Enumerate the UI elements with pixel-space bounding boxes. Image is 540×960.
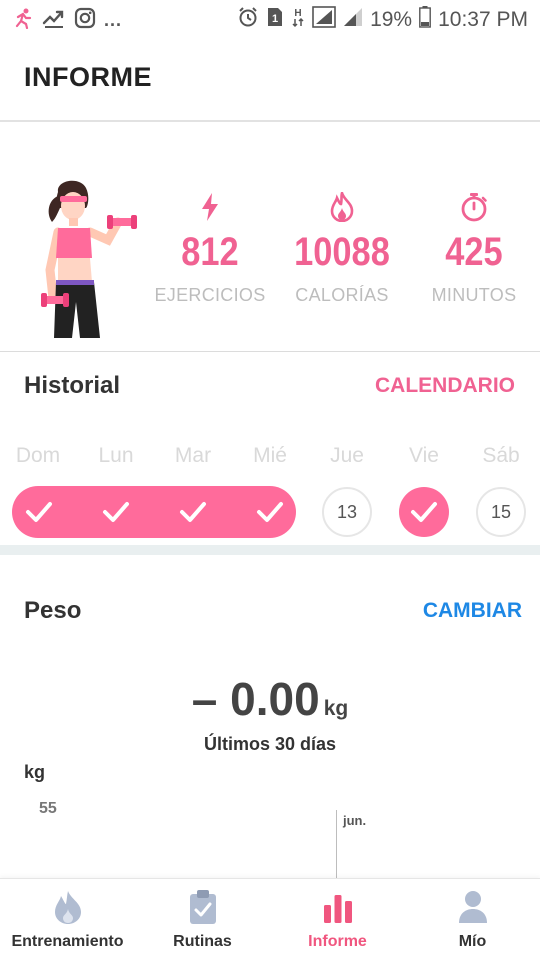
person-icon <box>457 889 489 930</box>
check-icon <box>24 498 54 526</box>
nav-label: Mío <box>458 933 487 950</box>
day-circle-fri[interactable] <box>399 487 449 537</box>
calendar-link[interactable]: CALENDARIO <box>375 374 515 398</box>
weight-number: – 0.00 <box>191 673 320 725</box>
day-label-tue: Mar <box>174 444 212 467</box>
nav-label: Informe <box>308 933 367 950</box>
nav-mio[interactable]: Mío <box>405 879 540 960</box>
status-bar: ... 1 H 19% 10:37 PM <box>0 0 540 38</box>
section-divider <box>0 545 540 555</box>
more-notifications: ... <box>104 10 123 30</box>
workout-streak-bar[interactable] <box>12 486 296 538</box>
flame-icon <box>277 190 407 224</box>
check-icon <box>178 498 208 526</box>
weight-change-value: – 0.00 kg <box>0 672 540 726</box>
notification-icons: ... <box>12 7 122 34</box>
stat-value: 425 <box>445 230 503 274</box>
history-title: Historial <box>24 372 121 399</box>
system-icons: 1 H 19% 10:37 PM <box>237 6 528 33</box>
chart-y-axis-unit: kg <box>24 762 46 782</box>
stat-value: 10088 <box>294 230 390 274</box>
stat-value: 812 <box>181 230 239 274</box>
day-circle-sat[interactable]: 15 <box>476 487 526 537</box>
app-header: INFORME <box>0 38 540 122</box>
weight-unit: kg <box>323 697 349 720</box>
change-weight-button[interactable]: CAMBIAR <box>423 599 522 623</box>
page-title: INFORME <box>24 62 152 92</box>
day-label-thu: Jue <box>330 444 364 467</box>
nav-label: Rutinas <box>173 933 232 950</box>
chart-month-label: jun. <box>343 813 367 828</box>
check-icon <box>255 498 285 526</box>
stat-label: CALORÍAS <box>295 285 389 305</box>
stat-calories: 10088 CALORÍAS <box>277 190 407 306</box>
stat-label: EJERCICIOS <box>154 285 266 305</box>
day-label-sun: Dom <box>15 444 61 467</box>
day-label-mon: Lun <box>98 444 134 467</box>
bar-chart-icon <box>322 889 354 930</box>
summary-card: 812 EJERCICIOS 10088 CALORÍAS 425 MINUTO… <box>0 122 540 352</box>
day-label-wed: Mié <box>253 444 287 467</box>
battery-icon <box>419 6 432 33</box>
flame-icon <box>51 889 85 930</box>
running-app-icon <box>12 7 34 34</box>
clipboard-icon <box>187 889 219 930</box>
day-label-sat: Sáb <box>482 444 520 467</box>
stat-exercises: 812 EJERCICIOS <box>145 190 275 306</box>
nav-entrenamiento[interactable]: Entrenamiento <box>0 879 135 960</box>
stat-label: MINUTOS <box>431 285 517 305</box>
day-label-fri: Vie <box>409 444 439 467</box>
weight-period: Últimos 30 días <box>203 734 337 754</box>
signal-boxed-icon <box>312 6 336 33</box>
alarm-icon <box>237 6 259 33</box>
fitness-girl-illustration <box>36 178 146 343</box>
battery-percent: 19% <box>370 7 413 31</box>
nav-label: Entrenamiento <box>11 933 124 950</box>
network-type-icon: H <box>291 6 305 33</box>
bottom-nav: Entrenamiento Rutinas Informe Mío <box>0 878 540 960</box>
check-icon <box>411 502 437 522</box>
lightning-icon <box>145 190 275 224</box>
svg-text:1: 1 <box>272 13 278 25</box>
stopwatch-icon <box>409 190 539 224</box>
instagram-icon <box>74 7 96 34</box>
signal-strength-icon <box>343 7 363 32</box>
clock: 10:37 PM <box>438 7 528 31</box>
nav-rutinas[interactable]: Rutinas <box>135 879 270 960</box>
chart-y-tick: 55 <box>39 800 57 817</box>
stat-minutes: 425 MINUTOS <box>409 190 539 306</box>
nav-informe[interactable]: Informe <box>270 879 405 960</box>
day-circle-thu[interactable]: 13 <box>322 487 372 537</box>
check-icon <box>101 498 131 526</box>
svg-text:H: H <box>294 8 301 19</box>
chart-month-line <box>336 810 337 878</box>
sim-card-icon: 1 <box>266 6 284 33</box>
fitness-app-icon <box>42 7 66 34</box>
weight-title: Peso <box>24 597 82 624</box>
